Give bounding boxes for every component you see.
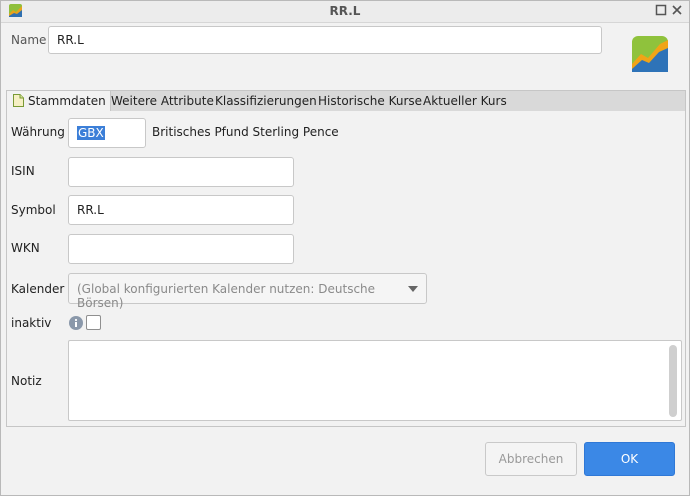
- tab-klassifizierungen[interactable]: Klassifizierungen: [215, 91, 317, 111]
- isin-input[interactable]: [68, 157, 294, 187]
- ok-button[interactable]: OK: [584, 442, 675, 476]
- notes-label: Notiz: [11, 374, 42, 388]
- tab-weitere-attribute[interactable]: Weitere Attribute: [111, 91, 214, 111]
- tab-stammdaten[interactable]: Stammdaten: [7, 91, 111, 112]
- currency-label: Währung: [11, 125, 65, 139]
- tab-label: Stammdaten: [28, 94, 106, 108]
- currency-input[interactable]: GBX: [68, 118, 146, 148]
- isin-label: ISIN: [11, 164, 35, 178]
- title-bar[interactable]: RR.L: [1, 1, 689, 23]
- document-icon: [13, 94, 24, 107]
- name-input[interactable]: RR.L: [48, 26, 602, 54]
- symbol-input[interactable]: RR.L: [68, 195, 294, 225]
- tab-historische-kurse[interactable]: Historische Kurse: [318, 91, 422, 111]
- inactive-label: inaktiv: [11, 316, 52, 330]
- inactive-checkbox[interactable]: [86, 315, 101, 330]
- symbol-label: Symbol: [11, 203, 56, 217]
- window-title: RR.L: [329, 4, 361, 18]
- tab-aktueller-kurs[interactable]: Aktueller Kurs: [423, 91, 507, 111]
- cancel-button[interactable]: Abbrechen: [485, 442, 577, 476]
- tab-bar: Stammdaten Weitere Attribute Klassifizie…: [6, 90, 686, 112]
- wkn-label: WKN: [11, 241, 40, 255]
- portfolio-logo-icon: [632, 36, 668, 72]
- dialog-window: RR.L Name RR.L Stammdaten Weitere Attrib…: [0, 0, 690, 496]
- info-icon: [69, 316, 83, 330]
- close-icon[interactable]: [671, 4, 683, 16]
- maximize-icon[interactable]: [655, 4, 667, 16]
- notes-textarea[interactable]: [68, 340, 682, 421]
- calendar-select[interactable]: (Global konfigurierten Kalender nutzen: …: [68, 273, 427, 310]
- chevron-down-icon: [408, 286, 418, 292]
- name-label: Name: [11, 33, 47, 47]
- wkn-input[interactable]: [68, 234, 294, 264]
- currency-name: Britisches Pfund Sterling Pence: [152, 125, 339, 139]
- notes-scrollbar[interactable]: [669, 345, 677, 417]
- currency-code: GBX: [77, 126, 105, 140]
- calendar-label: Kalender: [11, 282, 65, 296]
